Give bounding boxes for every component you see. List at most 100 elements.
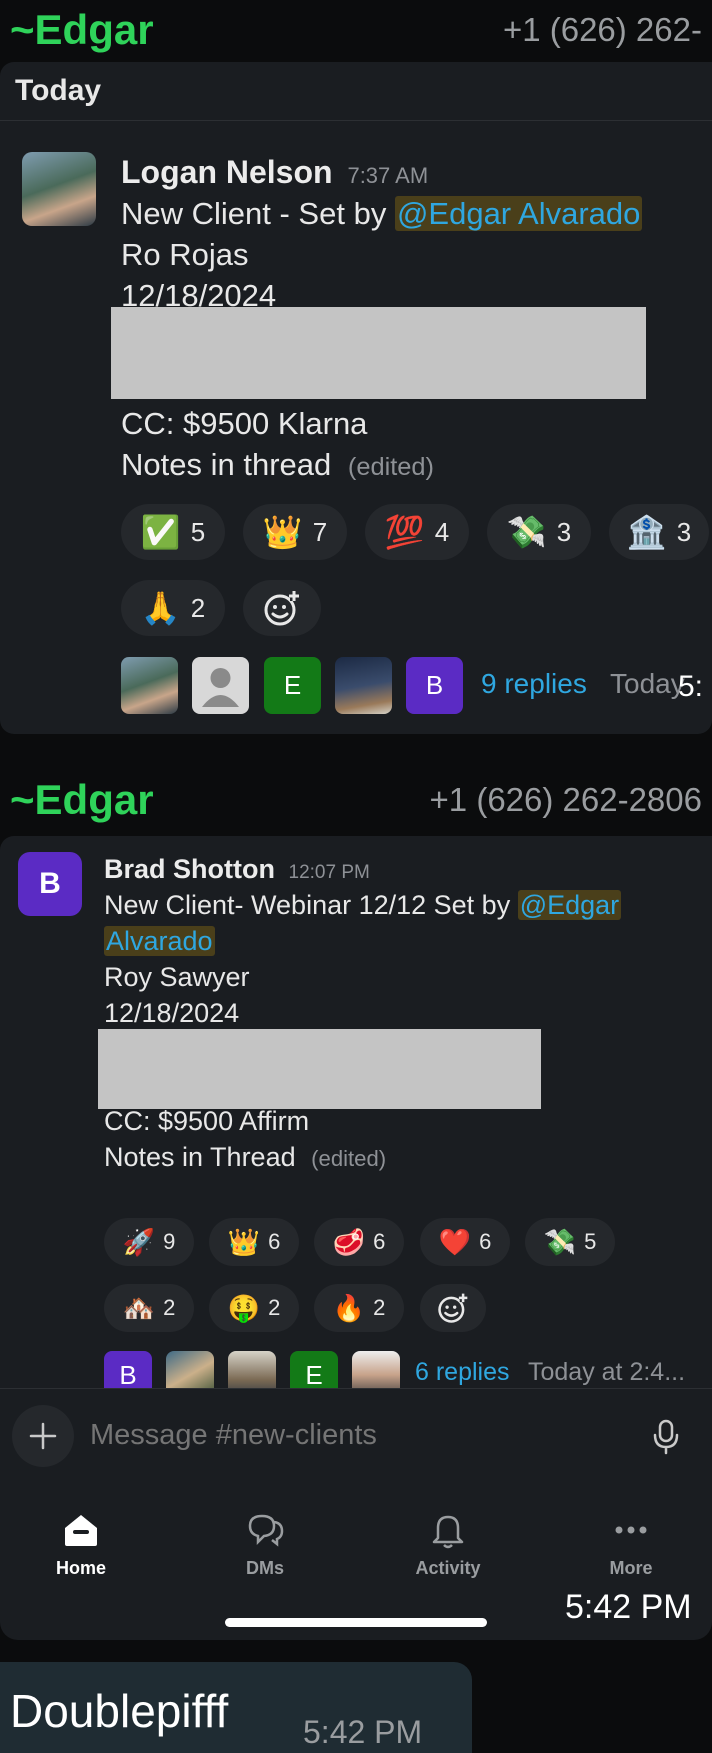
- microphone-button[interactable]: [652, 1419, 680, 1460]
- replies-link[interactable]: 6 replies: [415, 1358, 510, 1387]
- message-line: New Client- Webinar 12/12 Set by @Edgar: [104, 890, 622, 921]
- bubble-time: 5:42 PM: [303, 1714, 423, 1750]
- message-time[interactable]: 12:07 PM: [289, 862, 370, 883]
- crown-icon: 👑: [262, 514, 303, 550]
- reply-avatar[interactable]: [228, 1351, 276, 1388]
- add-reaction-button[interactable]: [243, 580, 321, 636]
- top-sender-bar: ~Edgar +1 (626) 262-: [0, 0, 712, 60]
- reaction-count: 6: [373, 1229, 386, 1254]
- notes-line: Notes in Thread (edited): [104, 1142, 386, 1173]
- reaction-pill[interactable]: ✅ 5: [121, 504, 225, 560]
- tab-label: Home: [55, 1558, 106, 1578]
- reply-avatar[interactable]: [352, 1351, 400, 1388]
- reply-avatar[interactable]: E: [264, 657, 321, 714]
- reaction-pill[interactable]: 🥩 6: [314, 1218, 404, 1266]
- mention-link[interactable]: @Edgar Alvarado: [394, 196, 643, 231]
- day-divider: Today: [0, 62, 712, 121]
- sender-name[interactable]: ~Edgar: [10, 6, 154, 54]
- replies-link[interactable]: 9 replies: [481, 668, 587, 700]
- redaction-block: [111, 307, 646, 399]
- money-mouth-icon: 🤑: [227, 1293, 261, 1323]
- avatar[interactable]: [22, 152, 96, 226]
- tab-label: Activity: [415, 1558, 481, 1578]
- notes-line: Notes in thread (edited): [121, 447, 434, 483]
- reaction-pill[interactable]: 💯 4: [365, 504, 469, 560]
- author-name[interactable]: Brad Shotton: [104, 854, 275, 884]
- bottom-tab-bar: Home DMs Activity More 5:42 PM: [0, 1496, 712, 1640]
- houses-icon: 🏘️: [122, 1293, 156, 1323]
- redaction-block: [98, 1029, 541, 1109]
- reaction-count: 5: [584, 1229, 597, 1254]
- sender-phone[interactable]: +1 (626) 262-2806: [430, 781, 702, 819]
- message-card-2: B Brad Shotton 12:07 PM New Client- Webi…: [0, 836, 712, 1388]
- reaction-pill[interactable]: 🏘️ 2: [104, 1284, 194, 1332]
- reply-avatar[interactable]: B: [104, 1351, 152, 1388]
- reaction-pill[interactable]: 👑 6: [209, 1218, 299, 1266]
- reaction-count: 3: [556, 516, 572, 547]
- home-indicator: [225, 1618, 487, 1627]
- reaction-count: 6: [479, 1229, 492, 1254]
- reaction-pill[interactable]: 💸 3: [487, 504, 591, 560]
- reaction-pill[interactable]: 💸 5: [525, 1218, 615, 1266]
- money-wings-icon: 💸: [506, 514, 547, 550]
- message-card-1: Today Logan Nelson 7:37 AM New Client - …: [0, 62, 712, 734]
- reaction-pill[interactable]: 🔥 2: [314, 1284, 404, 1332]
- client-name: Ro Rojas: [121, 237, 249, 272]
- microphone-icon: [653, 1419, 679, 1455]
- reply-avatar[interactable]: [192, 657, 249, 714]
- payment-line: CC: $9500 Affirm: [104, 1106, 310, 1136]
- tab-home[interactable]: Home: [21, 1510, 141, 1579]
- reply-avatar[interactable]: [121, 657, 178, 714]
- hundred-icon: 💯: [384, 514, 425, 550]
- more-icon: [615, 1526, 647, 1534]
- overlay-timestamp: 5:: [678, 670, 704, 703]
- reaction-pill[interactable]: 🤑 2: [209, 1284, 299, 1332]
- reaction-pill[interactable]: 🙏 2: [121, 580, 225, 636]
- bank-icon: 🏦: [626, 514, 667, 550]
- day-divider-label: Today: [15, 74, 102, 107]
- notes-text: Notes in thread: [121, 447, 332, 482]
- fire-icon: 🔥: [332, 1293, 366, 1323]
- reply-avatar[interactable]: [166, 1351, 214, 1388]
- message-input[interactable]: [90, 1419, 610, 1452]
- tab-more[interactable]: More: [571, 1510, 691, 1579]
- reaction-pill[interactable]: 👑 7: [243, 504, 347, 560]
- mention-link[interactable]: Alvarado: [104, 926, 215, 956]
- message-line: New Client - Set by @Edgar Alvarado: [121, 196, 643, 232]
- sender-name[interactable]: ~Edgar: [10, 776, 154, 824]
- reaction-count: 2: [268, 1295, 281, 1320]
- reaction-pill[interactable]: 🚀 9: [104, 1218, 194, 1266]
- add-attachment-button[interactable]: [12, 1405, 74, 1467]
- message-text: New Client - Set by: [121, 196, 395, 231]
- reaction-count: 6: [268, 1229, 281, 1254]
- tab-label: DMs: [245, 1558, 284, 1578]
- sender-phone[interactable]: +1 (626) 262-: [503, 11, 702, 49]
- home-icon: [65, 1515, 97, 1546]
- reply-avatar[interactable]: E: [290, 1351, 338, 1388]
- message-header: Brad Shotton 12:07 PM: [104, 854, 370, 885]
- crown-icon: 👑: [227, 1227, 261, 1257]
- reaction-count: 7: [312, 516, 328, 547]
- tab-dms[interactable]: DMs: [205, 1510, 325, 1579]
- add-reaction-button[interactable]: [420, 1284, 486, 1332]
- check-mark-icon: ✅: [140, 514, 181, 550]
- reply-avatar[interactable]: B: [406, 657, 463, 714]
- payment-line: CC: $9500 Klarna: [121, 406, 368, 441]
- reply-avatar[interactable]: [335, 657, 392, 714]
- second-sender-bar: ~Edgar +1 (626) 262-2806: [0, 770, 712, 830]
- avatar[interactable]: B: [18, 852, 82, 916]
- reaction-pill[interactable]: ❤️ 6: [420, 1218, 510, 1266]
- reaction-count: 4: [434, 516, 450, 547]
- rocket-icon: 🚀: [122, 1227, 156, 1257]
- message-text: New Client- Webinar 12/12 Set by: [104, 890, 518, 920]
- mention-link[interactable]: @Edgar: [517, 890, 622, 920]
- reaction-count: 3: [676, 516, 692, 547]
- reply-time: Today: [610, 668, 685, 699]
- tab-activity[interactable]: Activity: [388, 1510, 508, 1579]
- author-name[interactable]: Logan Nelson: [121, 154, 333, 190]
- default-user-icon: [202, 668, 239, 707]
- message-time[interactable]: 7:37 AM: [347, 163, 428, 188]
- reaction-pill[interactable]: 🏦 3: [609, 504, 709, 560]
- screenshot-time: 5:42 PM: [565, 1588, 692, 1626]
- heart-icon: ❤️: [438, 1227, 472, 1257]
